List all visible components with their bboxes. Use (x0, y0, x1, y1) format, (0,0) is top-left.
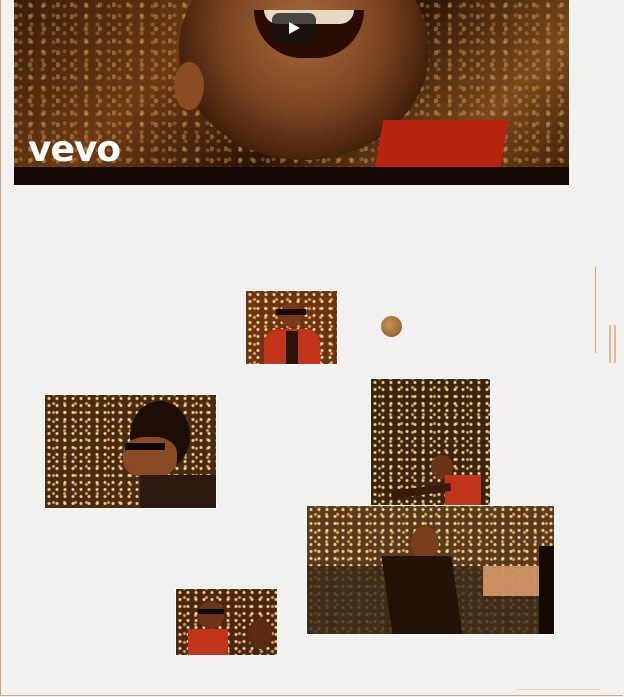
collage-photo-profile-glasses (44, 394, 217, 509)
vevo-logo: vevo (28, 129, 121, 170)
scroll-handle[interactable] (609, 325, 611, 363)
play-icon (289, 22, 300, 34)
collage-photo-casino-floor (306, 505, 555, 635)
video-thumbnail-ear (174, 62, 204, 110)
play-button[interactable] (272, 13, 316, 43)
scroll-track-line (595, 267, 596, 353)
video-thumbnail-red-collar (374, 120, 509, 170)
decorative-orb (381, 316, 402, 337)
scroll-handle-secondary[interactable] (614, 325, 616, 363)
collage-photo-arms-spread-ceiling-lights (370, 378, 491, 506)
video-player[interactable]: vevo (14, 0, 569, 185)
collage-photo-smiling-red-jacket (245, 290, 338, 365)
footer-divider (516, 689, 600, 690)
collage-photo-two-people-laughing (175, 588, 278, 656)
